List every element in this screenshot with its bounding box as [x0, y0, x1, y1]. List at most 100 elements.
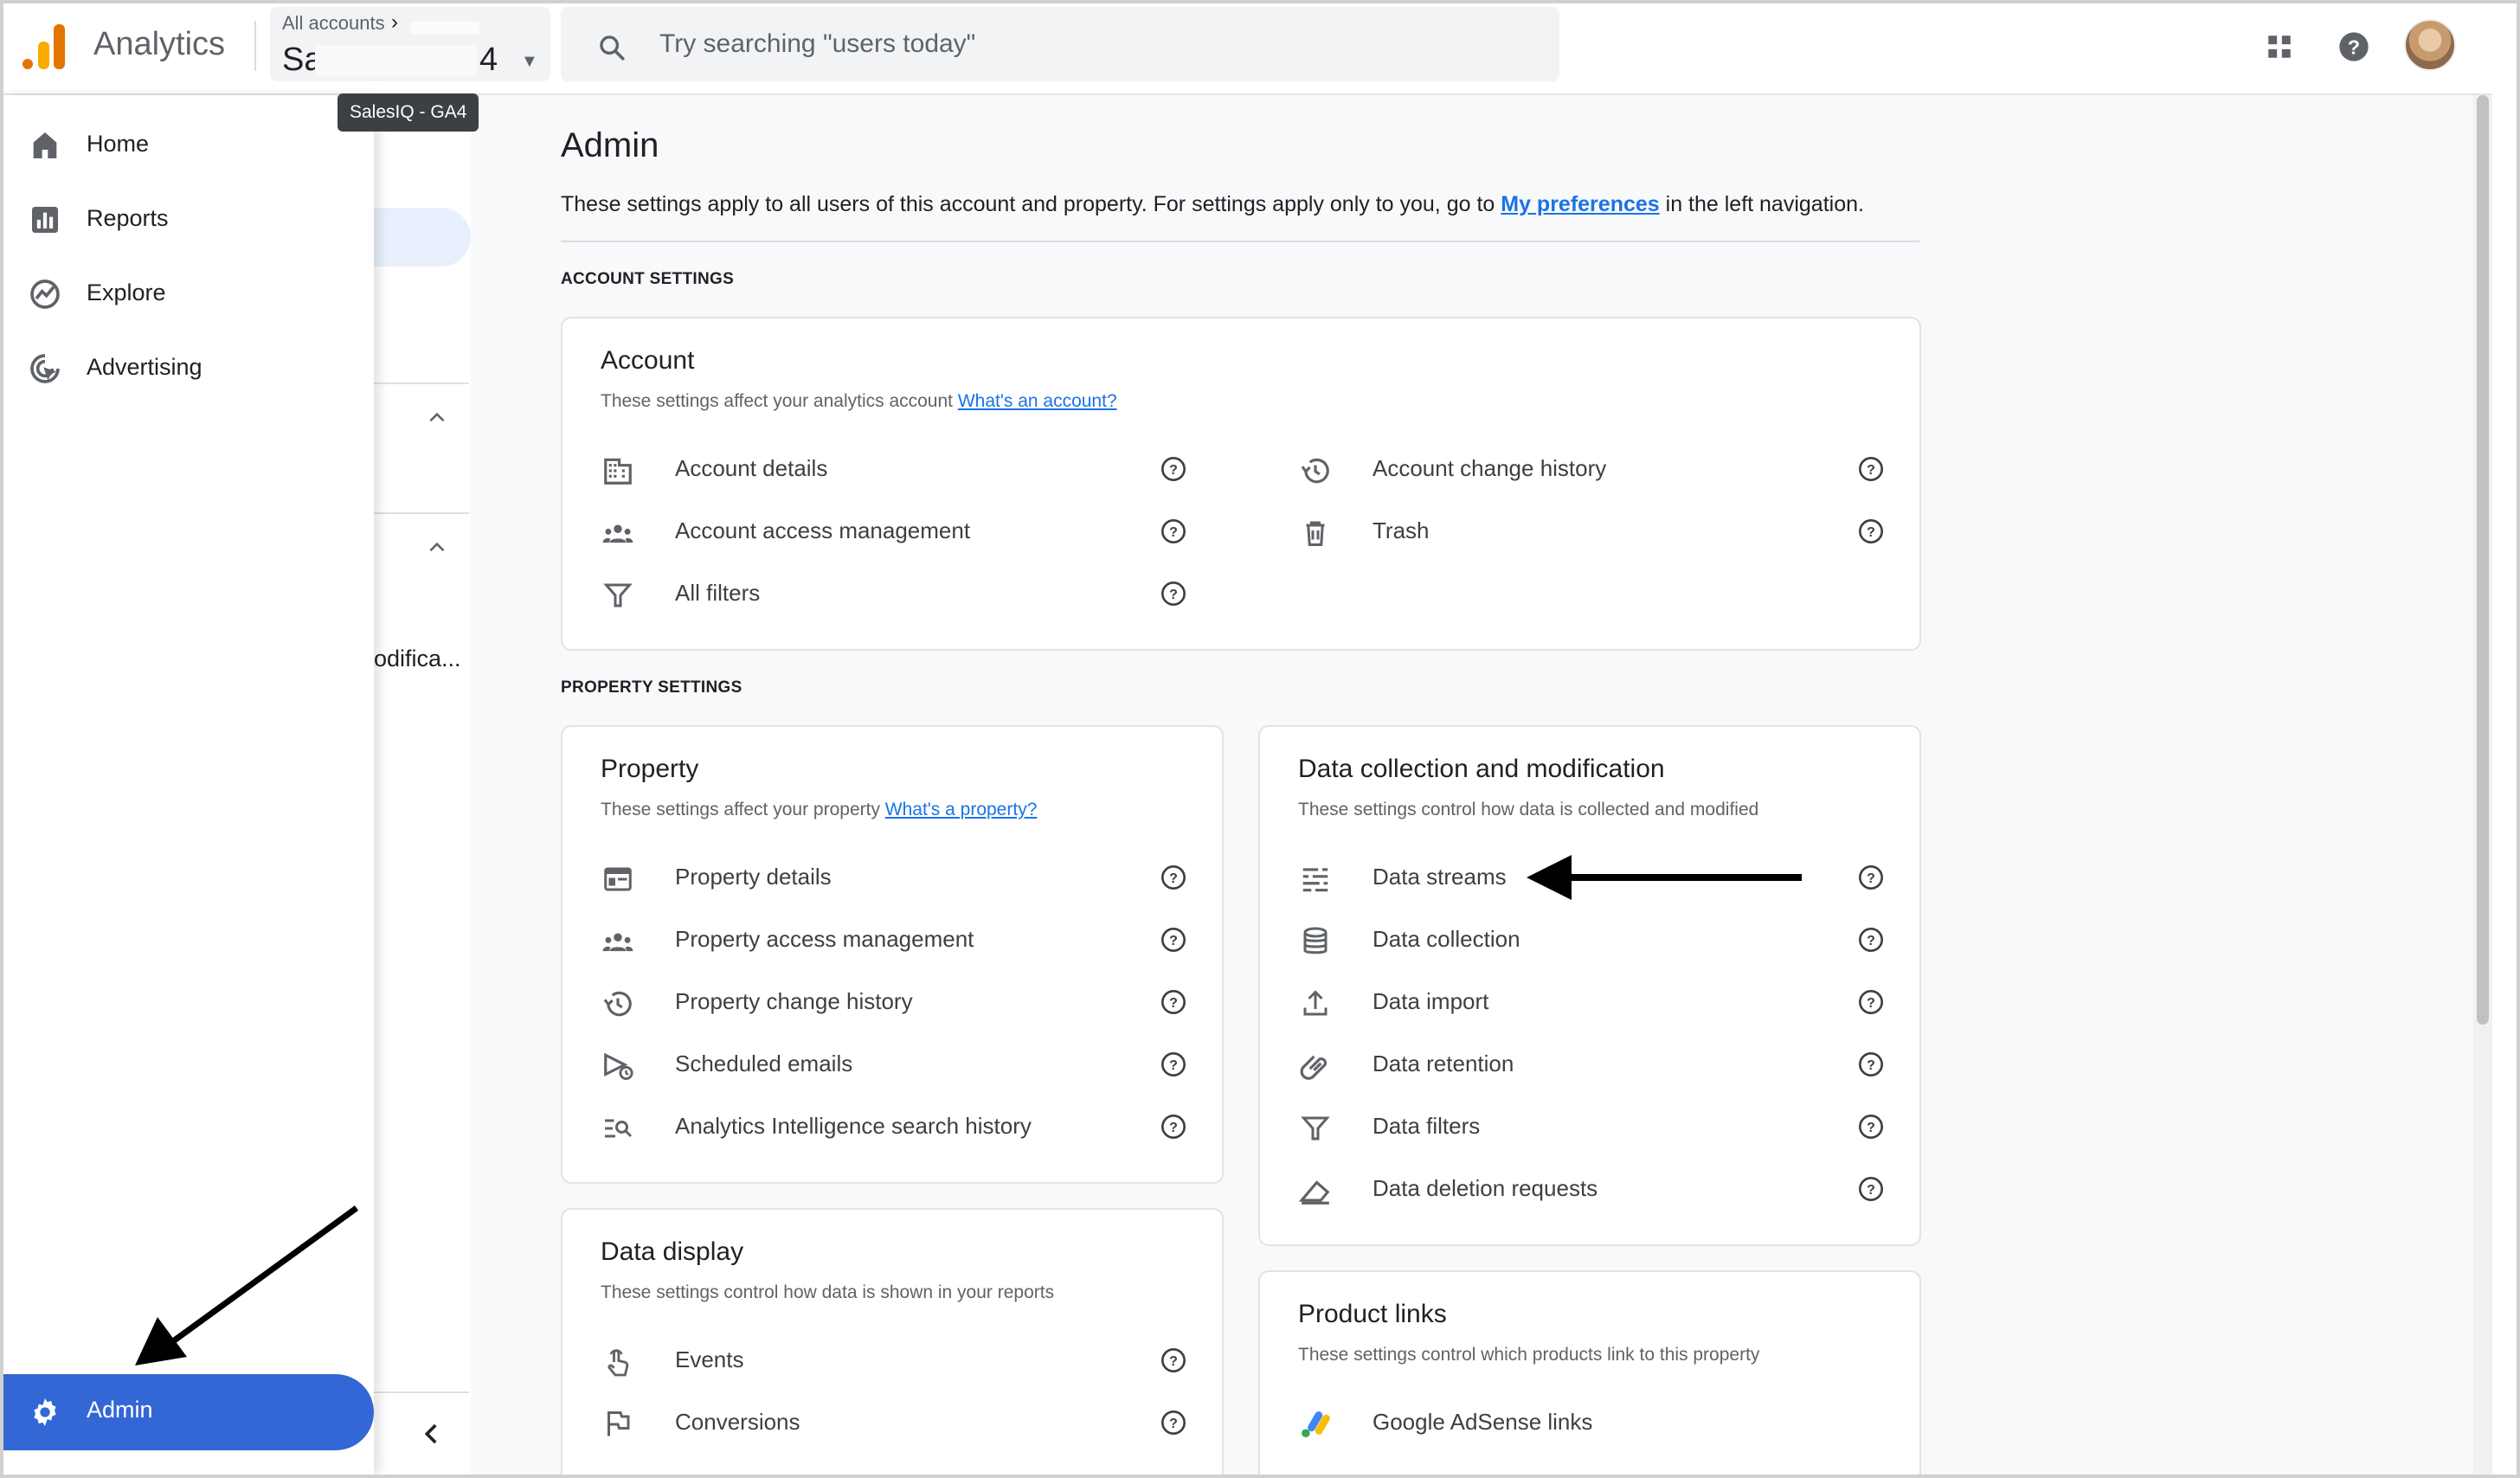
- touch-icon: [601, 1345, 635, 1379]
- card-subtitle: These settings affect your analytics acc…: [601, 391, 1117, 412]
- whats-an-account-link[interactable]: What's an account?: [958, 391, 1117, 411]
- row-label: Analytics Intelligence search history: [675, 1113, 1032, 1139]
- scheduled-emails-row[interactable]: Scheduled emails ?: [601, 1038, 1206, 1090]
- data-streams-icon: [1298, 862, 1333, 896]
- svg-text:?: ?: [1169, 463, 1178, 478]
- help-circle-icon[interactable]: ?: [1857, 926, 1885, 954]
- chevron-left-icon[interactable]: [417, 1419, 447, 1449]
- data-retention-row[interactable]: Data retention ?: [1298, 1038, 1904, 1090]
- row-label: Conversions: [675, 1409, 800, 1435]
- search-input[interactable]: [659, 21, 1525, 67]
- help-circle-icon[interactable]: ?: [1160, 926, 1187, 954]
- property-name-tooltip: SalesIQ - GA4: [338, 93, 479, 132]
- description-text: These settings apply to all users of thi…: [561, 192, 1501, 216]
- help-circle-icon[interactable]: ?: [1160, 1346, 1187, 1374]
- account-change-history-row[interactable]: Account change history ?: [1298, 443, 1904, 495]
- data-filters-row[interactable]: Data filters ?: [1298, 1101, 1904, 1153]
- help-circle-icon[interactable]: ?: [1857, 455, 1885, 483]
- eraser-icon: [1298, 1173, 1333, 1208]
- scrollbar-thumb[interactable]: [2477, 95, 2489, 1025]
- data-import-row[interactable]: Data import ?: [1298, 976, 1904, 1028]
- account-avatar[interactable]: [2404, 19, 2456, 71]
- data-deletion-requests-row[interactable]: Data deletion requests ?: [1298, 1163, 1904, 1215]
- admin-nav-selected-item[interactable]: [374, 208, 471, 267]
- help-circle-icon[interactable]: ?: [1160, 1409, 1187, 1436]
- building-icon: [601, 453, 635, 488]
- app-name[interactable]: Analytics: [93, 26, 225, 63]
- nav-item-reports[interactable]: Reports: [3, 183, 374, 253]
- nav-item-explore[interactable]: Explore: [3, 258, 374, 327]
- nav-item-label: Explore: [87, 279, 166, 305]
- vertical-scrollbar[interactable]: [2473, 95, 2492, 1475]
- account-card: Account These settings affect your analy…: [561, 317, 1921, 651]
- row-label: Account access management: [675, 517, 971, 543]
- database-icon: [1298, 924, 1333, 959]
- card-title: Account: [601, 346, 695, 375]
- svg-text:?: ?: [1867, 525, 1875, 540]
- search-bar[interactable]: [561, 7, 1559, 81]
- help-circle-icon[interactable]: ?: [1160, 1051, 1187, 1078]
- help-circle-icon[interactable]: ?: [1160, 1113, 1187, 1141]
- svg-text:?: ?: [1169, 1417, 1178, 1431]
- apps-grid-icon[interactable]: [2255, 22, 2304, 71]
- help-icon[interactable]: ?: [2330, 22, 2378, 71]
- my-preferences-link[interactable]: My preferences: [1501, 192, 1659, 216]
- row-label: Data retention: [1372, 1051, 1514, 1076]
- card-title: Property: [601, 755, 699, 783]
- attachment-clip-icon: [1298, 1049, 1333, 1083]
- all-filters-row[interactable]: All filters ?: [601, 568, 1206, 620]
- row-label: Google AdSense links: [1372, 1409, 1593, 1435]
- help-circle-icon[interactable]: ?: [1160, 455, 1187, 483]
- row-label: Property details: [675, 864, 832, 890]
- help-circle-icon[interactable]: ?: [1857, 1113, 1885, 1141]
- help-circle-icon[interactable]: ?: [1857, 864, 1885, 891]
- account-access-management-row[interactable]: Account access management ?: [601, 505, 1206, 557]
- chevron-up-icon[interactable]: [426, 407, 448, 429]
- help-circle-icon[interactable]: ?: [1857, 988, 1885, 1016]
- chevron-up-icon[interactable]: [426, 537, 448, 559]
- svg-text:?: ?: [1867, 996, 1875, 1011]
- help-circle-icon[interactable]: ?: [1857, 1051, 1885, 1078]
- trash-row[interactable]: Trash ?: [1298, 505, 1904, 557]
- analytics-logo-icon[interactable]: [22, 21, 66, 69]
- analytics-intelligence-search-history-row[interactable]: Analytics Intelligence search history ?: [601, 1101, 1206, 1153]
- account-details-row[interactable]: Account details ?: [601, 443, 1206, 495]
- upload-icon: [1298, 986, 1333, 1021]
- nav-item-home[interactable]: Home: [3, 109, 374, 178]
- row-label: Data deletion requests: [1372, 1175, 1598, 1201]
- nav-item-label: Home: [87, 130, 150, 157]
- data-streams-row[interactable]: Data streams ?: [1298, 851, 1904, 903]
- help-circle-icon[interactable]: ?: [1160, 580, 1187, 607]
- subnav-item-label[interactable]: odifica...: [374, 646, 469, 672]
- property-details-row[interactable]: Property details ?: [601, 851, 1206, 903]
- reports-icon: [32, 207, 58, 233]
- help-circle-icon[interactable]: ?: [1857, 1175, 1885, 1203]
- card-title: Data display: [601, 1237, 744, 1266]
- manage-search-icon: [601, 1111, 635, 1146]
- whats-a-property-link[interactable]: What's a property?: [885, 800, 1038, 819]
- help-circle-icon[interactable]: ?: [1857, 517, 1885, 545]
- page-title: Admin: [561, 126, 659, 164]
- svg-text:?: ?: [1169, 996, 1178, 1011]
- property-change-history-row[interactable]: Property change history ?: [601, 976, 1206, 1028]
- data-collection-row[interactable]: Data collection ?: [1298, 914, 1904, 966]
- help-circle-icon[interactable]: ?: [1160, 517, 1187, 545]
- svg-text:?: ?: [1867, 463, 1875, 478]
- help-circle-icon[interactable]: ?: [1160, 988, 1187, 1016]
- events-row[interactable]: Events ?: [601, 1334, 1206, 1386]
- account-breadcrumb[interactable]: All accounts: [282, 12, 385, 35]
- nav-item-admin[interactable]: Admin: [3, 1374, 374, 1450]
- conversions-row[interactable]: Conversions ?: [601, 1397, 1206, 1449]
- data-display-card: Data display These settings control how …: [561, 1208, 1224, 1478]
- card-subtitle: These settings control which products li…: [1298, 1345, 1760, 1365]
- property-access-management-row[interactable]: Property access management ?: [601, 914, 1206, 966]
- help-circle-icon[interactable]: ?: [1160, 864, 1187, 891]
- scheduled-send-icon: [601, 1049, 635, 1083]
- row-label: Data filters: [1372, 1113, 1481, 1139]
- search-icon: [600, 35, 625, 61]
- property-card: Property These settings affect your prop…: [561, 725, 1224, 1184]
- google-adsense-links-row[interactable]: Google AdSense links: [1298, 1397, 1904, 1449]
- account-property-picker[interactable]: All accounts › Sa 4 ▼: [270, 7, 550, 81]
- left-navigation: Home Reports Explore Advertising Admin: [3, 95, 374, 1475]
- nav-item-advertising[interactable]: Advertising: [3, 332, 374, 402]
